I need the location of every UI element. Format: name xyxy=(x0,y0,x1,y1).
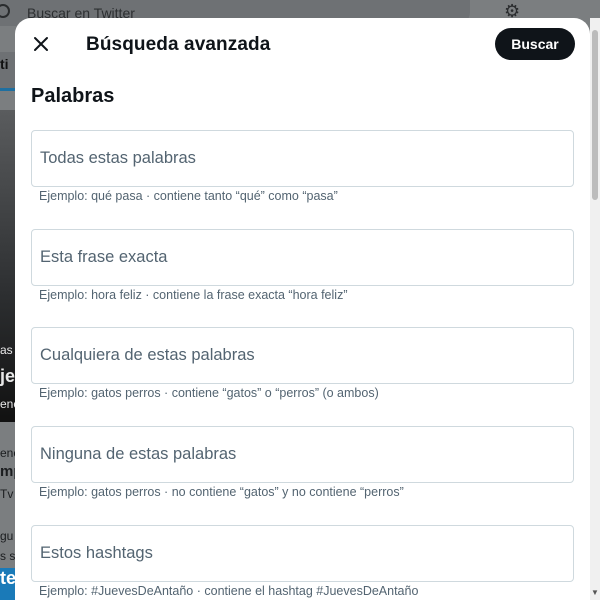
background-text-fragment: Tv xyxy=(0,487,14,501)
background-button-fragment: te xyxy=(0,568,15,600)
background-text-fragment: s s xyxy=(0,549,15,563)
background-tab-label: ti xyxy=(0,56,9,72)
none-words-input[interactable] xyxy=(32,427,573,482)
close-icon[interactable] xyxy=(31,34,51,54)
advanced-search-dialog: Búsqueda avanzada Buscar Palabras Ejempl… xyxy=(15,18,590,600)
scrollbar-thumb[interactable] xyxy=(592,30,598,200)
background-text-fragment: gu xyxy=(0,529,14,543)
none-words-field[interactable] xyxy=(31,426,574,483)
background-text-fragment: enc xyxy=(0,446,15,460)
background-text-fragment: mp xyxy=(0,463,15,480)
hashtags-field[interactable] xyxy=(31,525,574,582)
scroll-down-arrow-icon[interactable]: ▼ xyxy=(591,588,599,597)
any-words-hint: Ejemplo: gatos perros · contiene “gatos”… xyxy=(39,386,379,400)
dialog-header: Búsqueda avanzada Buscar xyxy=(15,18,590,71)
hashtags-input[interactable] xyxy=(32,526,573,581)
search-icon xyxy=(0,4,10,18)
none-words-hint: Ejemplo: gatos perros · no contiene “gat… xyxy=(39,485,404,499)
any-words-input[interactable] xyxy=(32,328,573,383)
background-text-fragment: je xyxy=(0,366,15,386)
background-tab-indicator xyxy=(0,88,15,91)
exact-phrase-hint: Ejemplo: hora feliz · contiene la frase … xyxy=(39,288,348,302)
hashtags-hint: Ejemplo: #JuevesDeAntaño · contiene el h… xyxy=(39,584,419,598)
section-title-words: Palabras xyxy=(31,85,115,107)
exact-phrase-field[interactable] xyxy=(31,229,574,286)
search-button[interactable]: Buscar xyxy=(495,28,575,60)
background-text-fragment: as xyxy=(0,343,13,357)
any-words-field[interactable] xyxy=(31,327,574,384)
exact-phrase-input[interactable] xyxy=(32,230,573,285)
background-text-fragment: enc xyxy=(0,397,15,411)
all-words-hint: Ejemplo: qué pasa · contiene tanto “qué”… xyxy=(39,189,338,203)
background-button-text: te xyxy=(0,568,15,588)
all-words-field[interactable] xyxy=(31,130,574,187)
all-words-input[interactable] xyxy=(32,131,573,186)
dialog-title: Búsqueda avanzada xyxy=(86,34,271,55)
